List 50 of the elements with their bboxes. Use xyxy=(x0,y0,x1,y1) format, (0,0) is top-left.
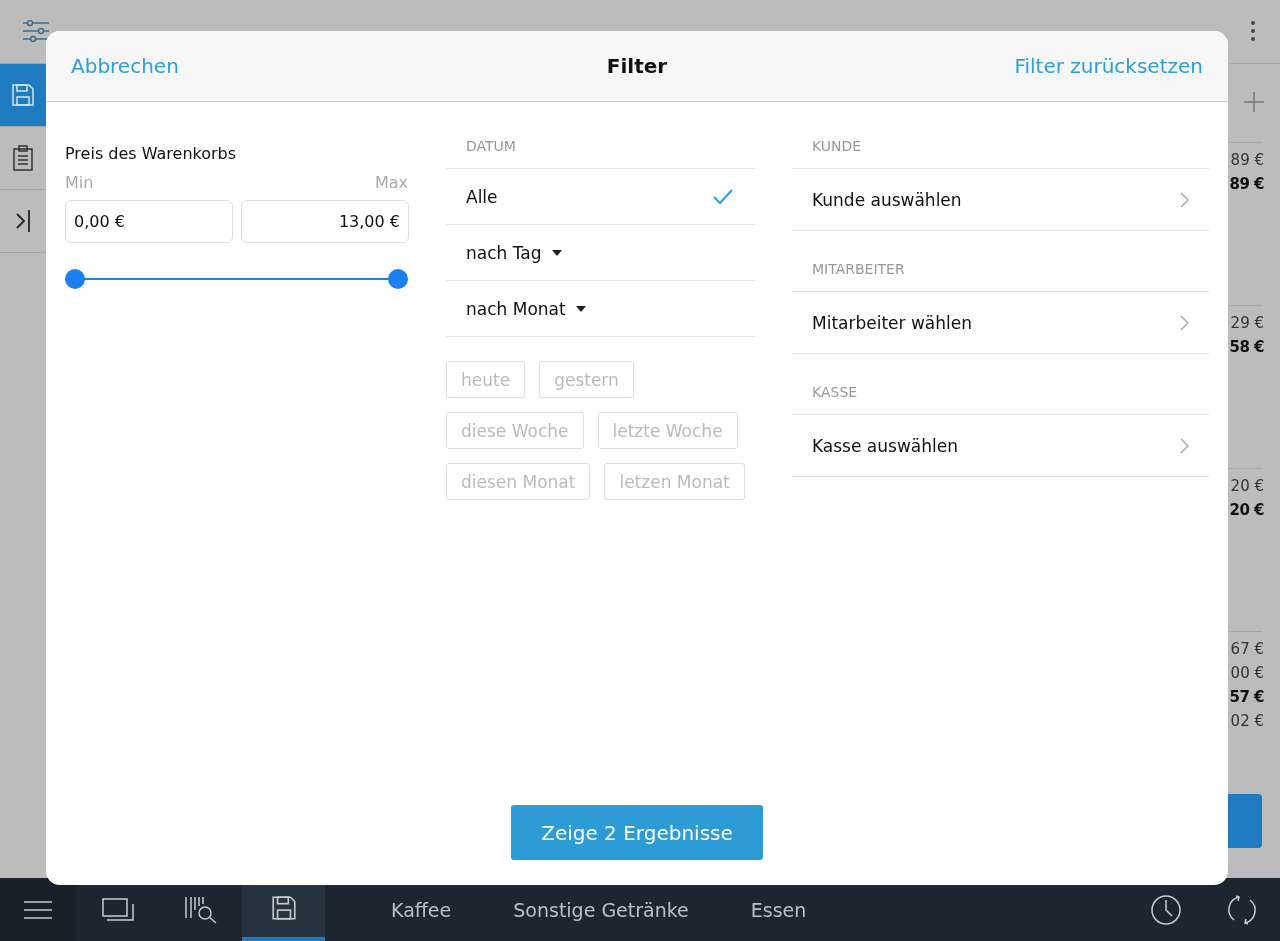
amount-text: 29 € xyxy=(1230,314,1264,332)
caret-icon xyxy=(575,305,586,312)
sidebar-item[interactable] xyxy=(0,64,46,127)
amount-text: 89 € xyxy=(1230,151,1264,169)
sync-icon[interactable] xyxy=(1226,893,1258,926)
filter-settings-icon[interactable] xyxy=(22,20,50,42)
section-heading: KUNDE xyxy=(792,138,1209,169)
amount-text: 20 € xyxy=(1229,501,1264,519)
windows-icon xyxy=(101,897,134,922)
menu-icon xyxy=(24,900,52,919)
date-option[interactable]: nach Tag xyxy=(446,225,755,281)
save-icon xyxy=(10,82,36,108)
clipboard-icon xyxy=(12,145,34,171)
min-price-field[interactable]: 0,00 € xyxy=(65,200,233,243)
amount-text: 57 € xyxy=(1229,688,1264,706)
clock-icon[interactable] xyxy=(1150,893,1182,926)
select-row[interactable]: Mitarbeiter wählen xyxy=(792,292,1209,354)
amount-text: 67 € xyxy=(1230,640,1264,658)
section-heading: DATUM xyxy=(446,138,755,169)
chevron-right-icon xyxy=(1180,191,1189,208)
section-heading: MITARBEITER xyxy=(792,261,1209,292)
price-range-slider[interactable] xyxy=(65,268,408,290)
amount-text: 89 € xyxy=(1229,175,1264,193)
date-option[interactable]: Alle xyxy=(446,169,755,225)
section-heading: KASSE xyxy=(792,384,1209,415)
max-price-field[interactable]: 13,00 € xyxy=(241,200,409,243)
save-icon xyxy=(269,893,298,922)
slider-thumb[interactable] xyxy=(65,269,85,289)
price-label: Preis des Warenkorbs xyxy=(65,144,238,163)
max-label: Max xyxy=(374,173,408,192)
select-row[interactable]: Kunde auswählen xyxy=(792,169,1209,231)
chevron-right-icon xyxy=(1180,437,1189,454)
category-tab[interactable]: Sonstige Getränke xyxy=(513,898,689,921)
barcode-search-icon xyxy=(183,895,218,924)
date-option[interactable]: nach Monat xyxy=(446,281,755,337)
slider-thumb[interactable] xyxy=(388,269,408,289)
caret-icon xyxy=(551,249,562,256)
amount-text: 20 € xyxy=(1230,477,1264,495)
more-icon[interactable] xyxy=(1250,20,1256,42)
amount-text: 02 € xyxy=(1230,712,1264,730)
select-row[interactable]: Kasse auswählen xyxy=(792,415,1209,477)
category-tab[interactable]: Kaffee xyxy=(391,898,452,921)
dialog-title: Filter xyxy=(606,54,668,78)
toolbar-button[interactable] xyxy=(0,878,76,941)
collapse-icon xyxy=(15,209,31,233)
amount-text: 58 € xyxy=(1229,338,1264,356)
chevron-right-icon xyxy=(1180,314,1189,331)
amount-text: 00 € xyxy=(1230,664,1264,682)
category-tab[interactable]: Essen xyxy=(750,898,807,921)
min-label: Min xyxy=(65,173,94,192)
